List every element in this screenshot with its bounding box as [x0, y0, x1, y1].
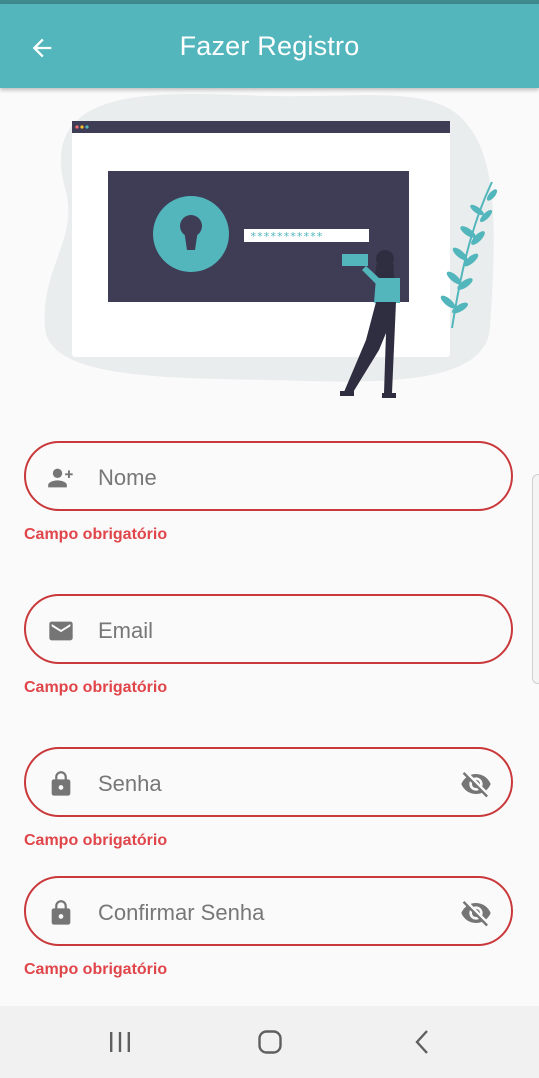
name-input[interactable]	[96, 457, 460, 499]
confirm-password-error: Campo obrigatório	[24, 961, 168, 978]
page-title: Fazer Registro	[179, 30, 360, 61]
email-input[interactable]	[96, 610, 460, 652]
email-field[interactable]	[24, 594, 513, 664]
confirm-password-input[interactable]	[96, 892, 460, 934]
recents-icon	[110, 1032, 130, 1052]
app-bar: Fazer Registro	[0, 4, 539, 88]
name-error: Campo obrigatório	[24, 526, 168, 543]
name-field[interactable]	[24, 441, 513, 511]
home-button[interactable]	[250, 1024, 290, 1060]
back-button[interactable]	[22, 30, 62, 66]
recents-button[interactable]	[100, 1024, 140, 1060]
system-nav-bar	[0, 1006, 539, 1078]
password-field[interactable]	[24, 747, 513, 817]
home-icon	[258, 1030, 282, 1054]
arrow-back-icon	[32, 38, 52, 58]
visibility-off-icon[interactable]	[459, 897, 493, 929]
nav-back-button[interactable]	[402, 1024, 442, 1060]
email-error: Campo obrigatório	[24, 679, 168, 696]
person-add-icon	[48, 468, 73, 488]
password-error: Campo obrigatório	[24, 832, 168, 849]
visibility-off-icon[interactable]	[459, 768, 493, 800]
lock-icon	[51, 771, 71, 796]
scrollbar[interactable]	[532, 474, 539, 684]
lock-icon	[51, 900, 71, 925]
login-illustration: ***********	[44, 94, 498, 398]
password-mask: ***********	[250, 230, 323, 243]
confirm-password-field[interactable]	[24, 876, 513, 946]
nav-back-icon	[415, 1030, 428, 1054]
email-icon	[49, 621, 73, 641]
password-input[interactable]	[96, 763, 460, 805]
